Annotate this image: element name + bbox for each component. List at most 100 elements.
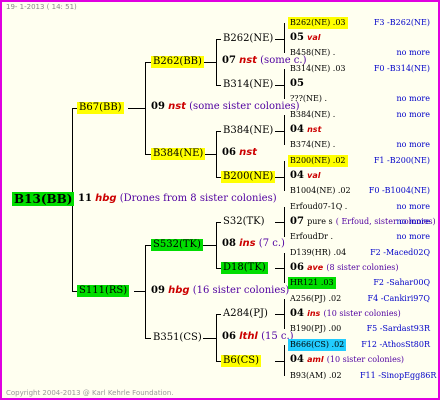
gen4-node[interactable]: B384(NE) . — [288, 109, 337, 121]
gen4-mid: 05 — [290, 78, 304, 90]
node-id: D139(HR) — [290, 248, 331, 257]
node-id: B93(AM) — [290, 371, 327, 380]
gen4-anno[interactable]: F1 -B200(NE) — [360, 156, 430, 166]
generation: .02 — [332, 156, 346, 165]
generation: 09 — [151, 101, 165, 112]
generation: . — [332, 48, 336, 57]
gen3-node[interactable]: B314(NE) — [221, 79, 275, 91]
node-id: HR121 — [290, 278, 319, 287]
generation: 09 — [151, 285, 165, 296]
node-id: ???(NE) — [290, 94, 322, 103]
generation: . — [344, 202, 348, 211]
gen3-node[interactable]: S32(TK) — [221, 216, 267, 228]
generation: 06 — [222, 147, 236, 158]
gen4-anno[interactable]: no more — [360, 48, 430, 58]
gen2-node-b351cs[interactable]: B351(CS) — [151, 332, 204, 344]
node-id: ErfoudDr — [290, 232, 328, 241]
gen4-anno[interactable]: no more — [360, 217, 430, 227]
gen4-anno[interactable]: no more — [360, 140, 430, 150]
generation: .00 — [328, 324, 342, 333]
connector — [275, 361, 285, 362]
generation: 04 — [290, 170, 304, 181]
gen1-label-s111: 09 hbg (16 sister colonies) — [151, 285, 289, 297]
node-id: B374(NE) — [290, 140, 331, 149]
gen3-node[interactable]: B6(CS) — [221, 355, 262, 367]
node-id: B458(NE) — [290, 48, 331, 57]
gen4-node[interactable]: HR121 .03 — [288, 277, 336, 289]
gen4-anno[interactable]: no more — [360, 110, 430, 120]
root-generation: 11 — [78, 193, 92, 204]
gen4-node[interactable]: B200(NE) .02 — [288, 155, 348, 167]
gen4-anno[interactable]: F12 -AthosSt80R — [360, 340, 430, 350]
gen4-node[interactable]: B93(AM) .02 — [288, 370, 344, 382]
gen2-node-b262bb[interactable]: B262(BB) — [151, 56, 204, 68]
gen4-node[interactable]: B666(CS) .02 — [288, 339, 347, 351]
generation: .04 — [333, 248, 347, 257]
connector — [203, 338, 217, 339]
note: (7 c.) — [258, 238, 285, 249]
gen4-anno[interactable]: F5 -Sardast93R — [360, 324, 430, 334]
gen4-node[interactable]: B458(NE) . — [288, 47, 337, 59]
connector — [203, 245, 217, 246]
connector — [275, 131, 285, 132]
generation: 07 — [290, 216, 304, 227]
gen4-anno[interactable]: no more — [360, 202, 430, 212]
gen4-node[interactable]: B190(PJ) .00 — [288, 323, 343, 335]
connector — [275, 39, 285, 40]
gen4-node[interactable]: A256(PJ) .02 — [288, 293, 343, 305]
gen3-node[interactable]: B384(NE) — [221, 125, 275, 137]
gen4-anno[interactable]: F3 -B262(NE) — [360, 18, 430, 28]
node-id: Erfoud07-1Q — [290, 202, 343, 211]
copyright-text: Copyright 2004-2013 @ Karl Kehrle Founda… — [6, 389, 174, 397]
gen3-node[interactable]: B200(NE) — [221, 171, 276, 183]
queen-name: ave — [307, 263, 324, 272]
gen4-node[interactable]: B314(NE) .03 — [288, 63, 348, 75]
gen3-node[interactable]: B262(NE) — [221, 33, 275, 45]
gen4-node[interactable]: B374(NE) . — [288, 139, 337, 151]
node-id: B314(NE) — [290, 64, 331, 73]
gen3-node[interactable]: A284(PJ) — [221, 308, 270, 320]
gen4-node[interactable]: ErfoudDr . — [288, 231, 335, 243]
generation: . — [332, 110, 336, 119]
root-note: (Drones from 8 sister colonies) — [119, 193, 277, 204]
queen-name: hbg — [168, 285, 190, 296]
generation: . — [332, 140, 336, 149]
queen-name: nst — [239, 147, 257, 158]
gen4-mid: 04 ins (10 sister colonies) — [290, 308, 401, 320]
gen4-anno[interactable]: F4 -Cankiri97Q — [360, 294, 430, 304]
gen4-anno[interactable]: F0 -B1004(NE) — [360, 186, 430, 196]
queen-name: val — [307, 171, 321, 180]
gen4-node[interactable]: D139(HR) .04 — [288, 247, 348, 259]
queen-name: ins — [239, 238, 256, 249]
generation: 06 — [290, 262, 304, 273]
node-id: B200(NE) — [290, 156, 331, 165]
gen4-anno[interactable]: no more — [360, 94, 430, 104]
gen3-node[interactable]: D18(TK) — [221, 262, 268, 274]
connector — [275, 314, 285, 315]
connector — [275, 268, 285, 269]
gen2-node-b384ne[interactable]: B384(NE) — [151, 148, 206, 160]
generation: . — [330, 232, 334, 241]
queen-name: nst — [307, 125, 322, 134]
root-node[interactable]: B13(BB) — [12, 192, 75, 206]
gen4-anno[interactable]: F2 -Maced02Q — [360, 248, 430, 258]
gen1-node-b67[interactable]: B67(BB) — [77, 102, 124, 114]
date-text: 19- 1-2013 ( 14: 51) — [6, 3, 77, 11]
gen4-node[interactable]: B262(NE) .03 — [288, 17, 348, 29]
gen4-anno[interactable]: no more — [360, 232, 430, 242]
gen4-node[interactable]: ???(NE) . — [288, 93, 329, 105]
node-id: B666(CS) — [290, 340, 329, 349]
gen4-node[interactable]: B1004(NE) .02 — [288, 185, 353, 197]
gen4-anno[interactable]: F11 -SinopEgg86R — [360, 371, 436, 381]
generation: .02 — [328, 294, 342, 303]
note: (16 sister colonies) — [192, 285, 290, 296]
root-queen: hbg — [95, 193, 117, 204]
connector — [275, 85, 285, 86]
gen2-node-s532tk[interactable]: S532(TK) — [151, 239, 203, 251]
gen1-node-s111[interactable]: S111(RS) — [77, 285, 130, 297]
gen4-node[interactable]: Erfoud07-1Q . — [288, 201, 349, 213]
gen4-anno[interactable]: F0 -B314(NE) — [360, 64, 430, 74]
connector — [284, 161, 285, 191]
gen4-anno[interactable]: F2 -Sahar00Q — [360, 278, 430, 288]
node-id: A256(PJ) — [290, 294, 326, 303]
